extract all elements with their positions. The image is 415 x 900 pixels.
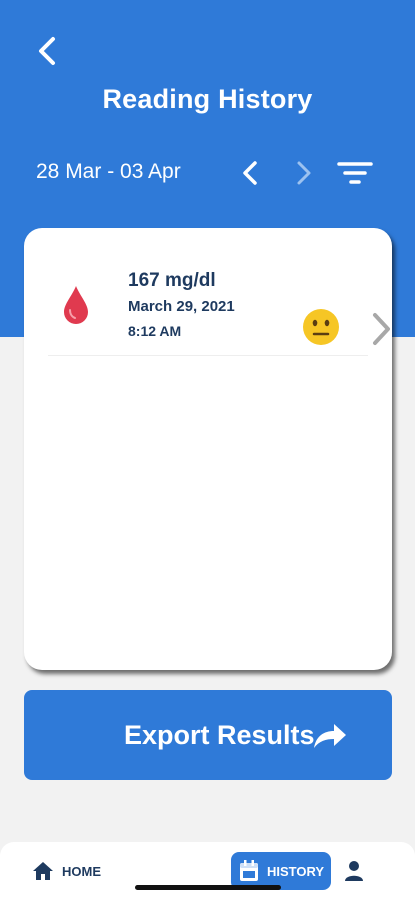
user-icon: [345, 861, 363, 881]
export-results-button[interactable]: Export Results: [24, 690, 392, 780]
filter-button[interactable]: [335, 156, 375, 190]
home-indicator: [135, 885, 281, 890]
reading-date: March 29, 2021: [128, 298, 235, 315]
tab-profile[interactable]: [342, 858, 366, 884]
reading-list-item[interactable]: 167 mg/dl March 29, 2021 8:12 AM: [48, 252, 390, 356]
blood-drop-icon: [64, 286, 88, 324]
export-results-label: Export Results: [124, 720, 315, 750]
share-arrow-icon: [314, 724, 346, 748]
chevron-left-icon: [243, 161, 257, 185]
neutral-face-icon: [303, 309, 339, 345]
reading-value: 167 mg/dl: [128, 270, 216, 291]
tab-home[interactable]: HOME: [32, 858, 101, 884]
next-week-button[interactable]: [290, 156, 318, 190]
previous-week-button[interactable]: [236, 156, 264, 190]
arrow-left-icon: [39, 37, 55, 65]
readings-card: 167 mg/dl March 29, 2021 8:12 AM: [24, 228, 392, 670]
page-title: Reading History: [102, 84, 313, 114]
calendar-icon: [240, 860, 258, 881]
chevron-right-icon: [373, 313, 390, 345]
back-button[interactable]: [30, 32, 64, 70]
tab-history-label: HISTORY: [267, 863, 325, 879]
chevron-right-icon: [297, 161, 311, 185]
filter-icon: [337, 162, 373, 184]
date-range-label: 28 Mar - 03 Apr: [36, 160, 181, 183]
bottom-tab-bar: HOME HISTORY: [0, 842, 415, 900]
home-icon: [33, 862, 53, 880]
reading-time: 8:12 AM: [128, 323, 182, 339]
tab-home-label: HOME: [62, 863, 101, 879]
